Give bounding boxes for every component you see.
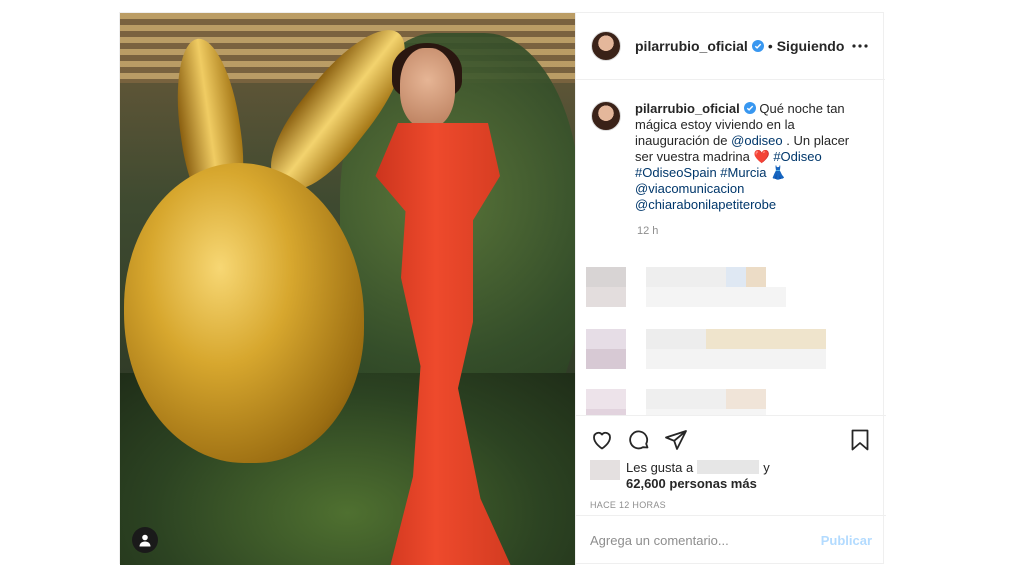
- action-icons: [590, 426, 872, 454]
- hashtag-link[interactable]: #Odiseo: [773, 149, 821, 164]
- more-options-icon[interactable]: [849, 35, 871, 57]
- comment-input[interactable]: [590, 533, 821, 548]
- comments-section: pilarrubio_oficial Qué noche tan mágica …: [576, 81, 886, 415]
- likes-summary: Les gusta a y 62,600 personas más: [590, 460, 872, 492]
- verified-badge-icon: [743, 102, 756, 114]
- comment-icon[interactable]: [627, 428, 651, 452]
- mention-link[interactable]: @odiseo: [731, 133, 783, 148]
- blurred-comment: [586, 329, 866, 369]
- publish-button[interactable]: Publicar: [821, 533, 872, 548]
- blurred-comment: [586, 389, 866, 415]
- verified-badge-icon: [751, 40, 764, 52]
- likes-count[interactable]: 62,600 personas más: [626, 476, 757, 491]
- header-username[interactable]: pilarrubio_oficial: [635, 38, 748, 54]
- post-timestamp[interactable]: HACE 12 HORAS: [590, 500, 872, 510]
- caption: pilarrubio_oficial Qué noche tan mágica …: [591, 101, 871, 213]
- dress-emoji: 👗: [770, 165, 787, 180]
- post-actions: Les gusta a y 62,600 personas más HACE 12…: [576, 415, 886, 510]
- mention-link[interactable]: @chiarabonilapetiterobe: [635, 197, 776, 212]
- liker-avatar[interactable]: [590, 460, 620, 480]
- likes-and: y: [763, 460, 770, 475]
- golden-rabbit-sculpture: [124, 163, 364, 463]
- blurred-comment: [586, 267, 866, 307]
- blurred-liker-name[interactable]: [697, 460, 760, 474]
- caption-text: pilarrubio_oficial Qué noche tan mágica …: [635, 101, 865, 213]
- instagram-post: pilarrubio_oficial • Siguiendo pilarrubi…: [119, 12, 886, 565]
- hashtag-link[interactable]: #OdiseoSpain: [635, 165, 717, 180]
- post-photo[interactable]: [120, 13, 575, 565]
- following-button[interactable]: Siguiendo: [777, 38, 845, 54]
- caption-timestamp: 12 h: [637, 225, 659, 237]
- header-separator: •: [767, 38, 773, 54]
- user-icon: [139, 534, 151, 547]
- hashtag-link[interactable]: #Murcia: [720, 165, 766, 180]
- avatar[interactable]: [591, 31, 621, 61]
- caption-username[interactable]: pilarrubio_oficial: [635, 101, 740, 116]
- woman-face: [400, 48, 455, 128]
- avatar[interactable]: [591, 101, 621, 131]
- bookmark-icon[interactable]: [848, 428, 872, 452]
- post-sidebar: pilarrubio_oficial • Siguiendo pilarrubi…: [575, 13, 886, 565]
- share-icon[interactable]: [664, 428, 688, 452]
- mention-link[interactable]: @viacomunicacion: [635, 181, 744, 196]
- tagged-users-button[interactable]: [132, 527, 158, 553]
- likes-prefix: Les gusta a: [626, 460, 694, 475]
- likes-text: Les gusta a y 62,600 personas más: [626, 460, 770, 492]
- add-comment-bar: Publicar: [576, 515, 886, 565]
- post-header: pilarrubio_oficial • Siguiendo: [576, 13, 885, 80]
- heart-icon[interactable]: [590, 428, 614, 452]
- heart-emoji: ❤️: [753, 149, 770, 164]
